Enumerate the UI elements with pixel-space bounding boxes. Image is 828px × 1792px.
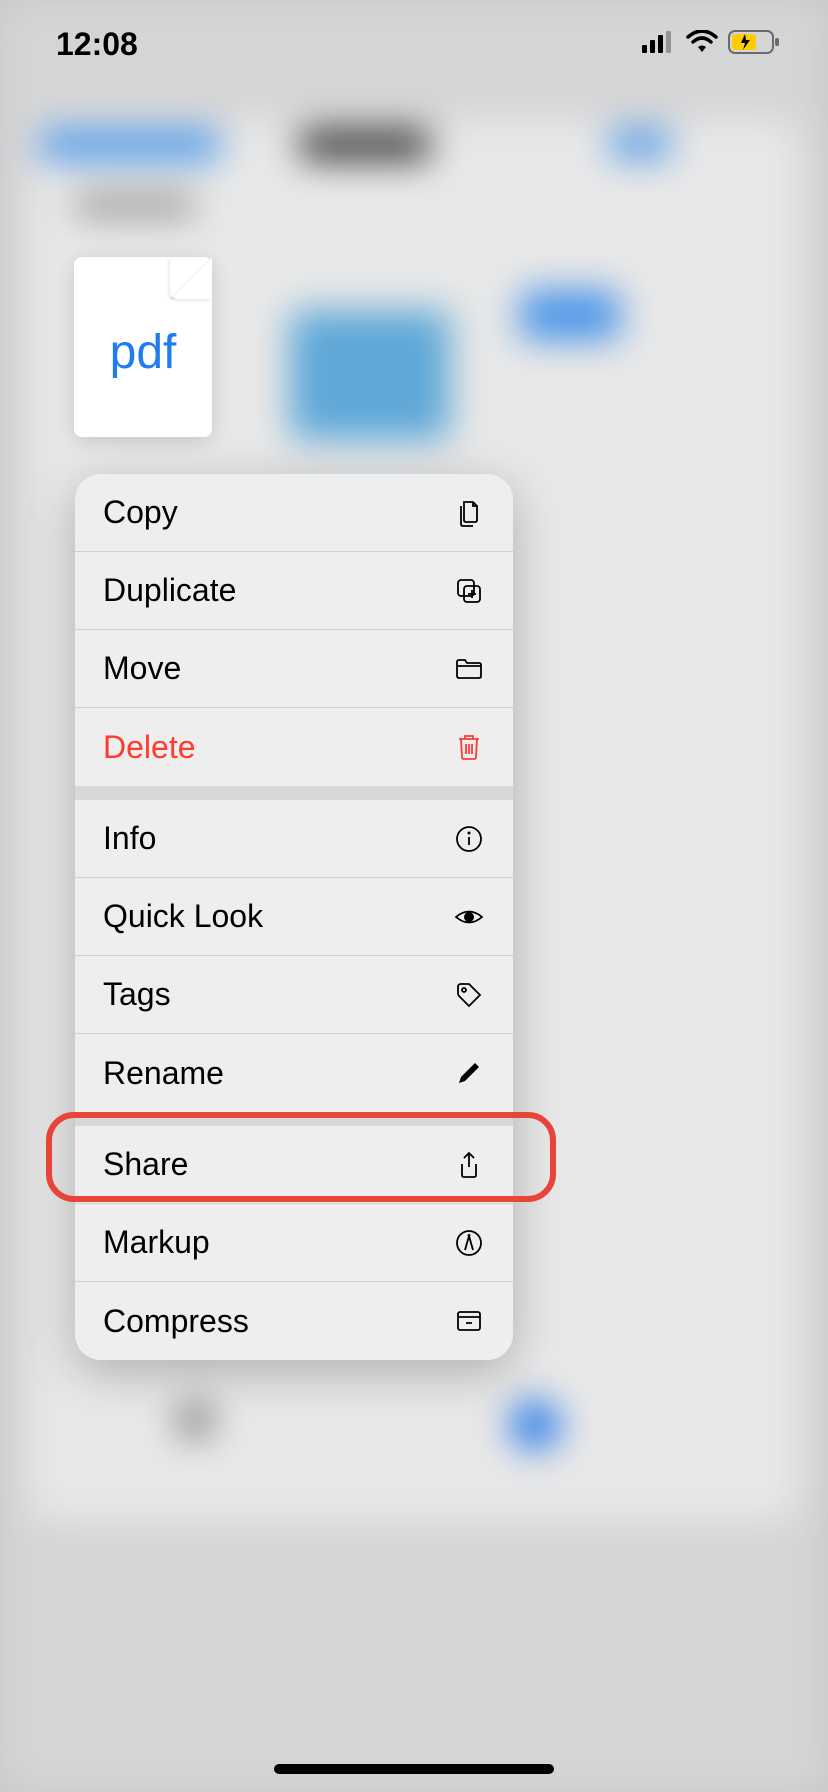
archive-icon: [453, 1305, 485, 1337]
menu-separator: [75, 786, 513, 800]
cellular-icon: [642, 31, 676, 58]
status-time: 12:08: [56, 26, 138, 63]
menu-group: Share Markup Compress: [75, 1126, 513, 1360]
tag-icon: [453, 979, 485, 1011]
menu-item-label: Info: [103, 820, 156, 857]
menu-group: Info Quick Look Tags Rename: [75, 800, 513, 1112]
status-bar: 12:08: [0, 0, 828, 88]
menu-item-info[interactable]: Info: [75, 800, 513, 878]
pdf-file-preview[interactable]: pdf: [74, 257, 212, 437]
duplicate-icon: [453, 575, 485, 607]
wifi-icon: [686, 30, 718, 59]
menu-item-move[interactable]: Move: [75, 630, 513, 708]
menu-item-copy[interactable]: Copy: [75, 474, 513, 552]
menu-item-label: Copy: [103, 494, 178, 531]
menu-item-share[interactable]: Share: [75, 1126, 513, 1204]
menu-item-markup[interactable]: Markup: [75, 1204, 513, 1282]
menu-item-tags[interactable]: Tags: [75, 956, 513, 1034]
home-indicator[interactable]: [274, 1764, 554, 1774]
markup-icon: [453, 1227, 485, 1259]
menu-item-compress[interactable]: Compress: [75, 1282, 513, 1360]
menu-item-label: Share: [103, 1146, 188, 1183]
menu-item-rename[interactable]: Rename: [75, 1034, 513, 1112]
menu-item-delete[interactable]: Delete: [75, 708, 513, 786]
folder-icon: [453, 653, 485, 685]
menu-item-label: Tags: [103, 976, 171, 1013]
menu-item-label: Rename: [103, 1055, 224, 1092]
info-icon: [453, 823, 485, 855]
file-type-label: pdf: [110, 325, 177, 380]
pencil-icon: [453, 1057, 485, 1089]
menu-item-duplicate[interactable]: Duplicate: [75, 552, 513, 630]
menu-item-quick-look[interactable]: Quick Look: [75, 878, 513, 956]
menu-separator: [75, 1112, 513, 1126]
menu-item-label: Move: [103, 650, 181, 687]
menu-group: Copy Duplicate Move Delete: [75, 474, 513, 786]
context-menu: Copy Duplicate Move Delete: [75, 474, 513, 1360]
page-fold-icon: [170, 257, 212, 299]
menu-item-label: Quick Look: [103, 898, 263, 935]
battery-icon: [728, 29, 780, 60]
menu-item-label: Markup: [103, 1224, 210, 1261]
copy-icon: [453, 497, 485, 529]
menu-item-label: Duplicate: [103, 572, 236, 609]
menu-item-label: Delete: [103, 729, 196, 766]
trash-icon: [453, 731, 485, 763]
status-icons: [642, 29, 780, 60]
share-icon: [453, 1149, 485, 1181]
eye-icon: [453, 901, 485, 933]
menu-item-label: Compress: [103, 1303, 249, 1340]
